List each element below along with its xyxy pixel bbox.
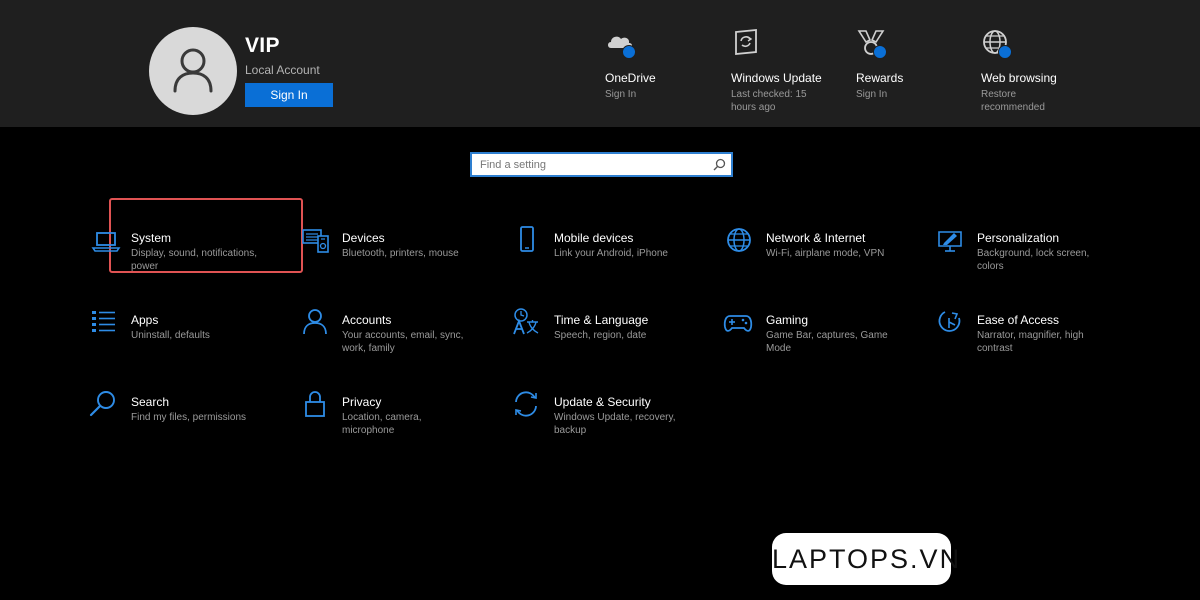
- tile-ease-of-access[interactable]: Ease of Access Narrator, magnifier, high…: [938, 311, 1177, 383]
- header-item-title: Web browsing: [981, 71, 1057, 85]
- personalization-icon: [938, 231, 962, 252]
- tile-title: Ease of Access: [977, 313, 1060, 327]
- user-silhouette-icon: [173, 48, 213, 93]
- lock-icon: [305, 391, 325, 417]
- person-icon: [303, 309, 327, 335]
- globe-icon: [727, 228, 751, 252]
- gamepad-icon: [723, 315, 753, 332]
- tile-title: Update & Security: [554, 395, 651, 409]
- web-browsing-icon: [981, 28, 1012, 59]
- tile-title: Accounts: [342, 313, 392, 327]
- search-icon[interactable]: [713, 158, 726, 171]
- tile-description: Display, sound, notifications, power: [131, 248, 257, 272]
- tile-description: Uninstall, defaults: [131, 330, 210, 341]
- tile-title: Time & Language: [554, 313, 649, 327]
- tile-title: Privacy: [342, 395, 382, 409]
- tile-description: Background, lock screen, colors: [977, 248, 1090, 272]
- tile-personalization[interactable]: Personalization Background, lock screen,…: [938, 231, 1177, 301]
- phone-icon: [520, 226, 534, 252]
- tile-title: Mobile devices: [554, 231, 634, 245]
- search-icon: [89, 391, 115, 417]
- account-header: VIP Local Account Sign In OneDrive Sign …: [0, 0, 1200, 127]
- header-item-subtitle: Restore recommended: [981, 89, 1045, 113]
- search-box[interactable]: [470, 152, 733, 177]
- tile-title: System: [131, 231, 172, 245]
- onedrive-icon: [605, 28, 636, 59]
- header-item-subtitle: Last checked: 15 hours ago: [731, 89, 807, 113]
- tile-description: Narrator, magnifier, high contrast: [977, 330, 1084, 354]
- windows-update-icon: [731, 28, 761, 58]
- header-item-subtitle: Sign In: [605, 89, 637, 100]
- header-item-subtitle: Sign In: [856, 89, 888, 100]
- time-language-icon: [513, 308, 539, 335]
- tile-title: Network & Internet: [766, 231, 866, 245]
- tile-update-security[interactable]: Update & Security Windows Update, recove…: [515, 391, 754, 465]
- tile-description: Wi-Fi, airplane mode, VPN: [766, 248, 885, 259]
- tile-description: Your accounts, email, sync, work, family: [342, 330, 464, 354]
- tile-description: Bluetooth, printers, mouse: [342, 248, 459, 259]
- tile-title: Apps: [131, 313, 159, 327]
- devices-icon: [302, 229, 329, 253]
- search-input[interactable]: [472, 154, 710, 175]
- rewards-icon: [856, 28, 887, 59]
- tile-description: Game Bar, captures, Game Mode: [766, 330, 888, 354]
- tile-title: Devices: [342, 231, 385, 245]
- tile-title: Search: [131, 395, 170, 409]
- header-item-title: OneDrive: [605, 71, 656, 85]
- sign-in-button[interactable]: Sign In: [245, 83, 333, 107]
- tile-description: Link your Android, iPhone: [554, 248, 668, 259]
- user-name: VIP: [245, 34, 280, 57]
- sync-icon: [515, 391, 537, 417]
- watermark-logo: LAPTOPS.VN: [772, 533, 962, 585]
- tile-description: Windows Update, recovery, backup: [554, 412, 676, 436]
- tile-description: Speech, region, date: [554, 330, 647, 341]
- tile-title: Gaming: [766, 313, 809, 327]
- apps-icon: [92, 311, 115, 332]
- tile-description: Location, camera, microphone: [342, 412, 422, 436]
- watermark-text: LAPTOPS.VN: [772, 544, 962, 574]
- header-item-title: Rewards: [856, 71, 904, 85]
- header-item-title: Windows Update: [731, 71, 822, 85]
- avatar[interactable]: [149, 27, 237, 115]
- tile-description: Find my files, permissions: [131, 412, 247, 423]
- account-type: Local Account: [245, 63, 320, 77]
- tile-title: Personalization: [977, 231, 1060, 245]
- laptop-icon: [91, 232, 121, 252]
- ease-of-access-icon: [938, 311, 961, 332]
